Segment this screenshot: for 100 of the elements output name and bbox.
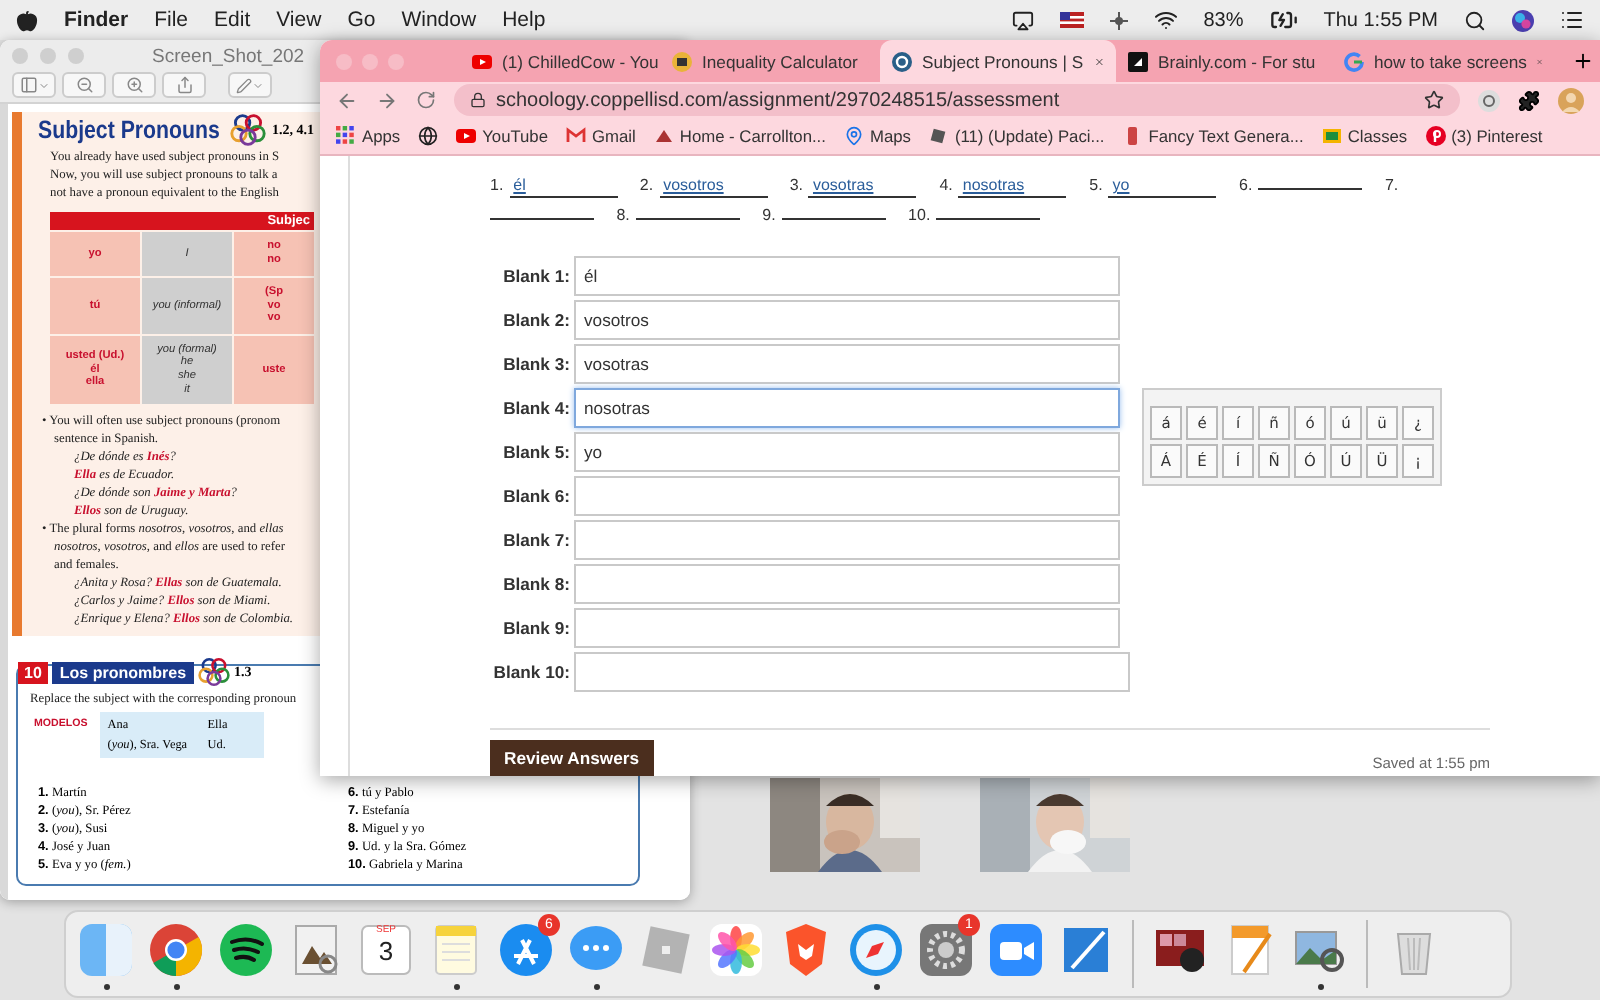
zoom-in-button[interactable]	[112, 72, 156, 98]
field-label: Blank 7:	[501, 530, 570, 550]
reload-icon[interactable]	[416, 90, 436, 111]
close-icon[interactable]	[1093, 53, 1104, 70]
battery-icon[interactable]	[1269, 6, 1298, 34]
lock-icon	[470, 92, 486, 109]
square-logo-icon	[1128, 51, 1148, 72]
question-number: 7.	[1384, 176, 1399, 194]
phone-icon	[1122, 126, 1143, 147]
search-icon[interactable]	[1464, 9, 1486, 31]
caret-icon	[37, 79, 49, 91]
caret-icon	[252, 79, 264, 91]
finder-icon[interactable]	[76, 919, 136, 979]
profile-avatar[interactable]	[1558, 87, 1584, 114]
share-button[interactable]	[162, 72, 206, 98]
menu-item[interactable]: Edit	[214, 8, 251, 32]
browser-tab[interactable]: Inequality Calculator	[660, 40, 880, 83]
menu-item[interactable]: Window	[401, 8, 477, 32]
answer-field[interactable]: vosotras	[574, 344, 1120, 384]
answer-text: yo	[1108, 176, 1217, 198]
flower-icon[interactable]	[706, 919, 766, 979]
spotify-icon[interactable]	[216, 919, 276, 979]
answer-field[interactable]: yo	[574, 432, 1120, 472]
extensions-icon[interactable]	[1518, 89, 1540, 112]
question-number: 3.	[789, 176, 803, 194]
question-number: 2.	[639, 176, 654, 194]
field-label: Blank 9:	[501, 618, 570, 638]
answer-field[interactable]	[574, 652, 1130, 692]
classroom-icon	[1321, 126, 1342, 147]
bookmark-link[interactable]: Home - Carrollton...	[653, 126, 826, 147]
answer-field[interactable]	[574, 476, 1120, 516]
menu-item[interactable]: File	[154, 8, 189, 32]
rings-icon	[198, 656, 231, 688]
browser-tab[interactable]: Subject Pronouns | S	[880, 40, 1116, 83]
battery-percentage: 83%	[1203, 9, 1244, 31]
bookmark-link[interactable]: Classes	[1321, 126, 1408, 147]
bookmark-link[interactable]: Maps	[843, 126, 911, 147]
question-number: 1.	[490, 176, 504, 194]
calendar-day: 3	[354, 936, 418, 966]
g-logo-icon	[1344, 51, 1364, 72]
bookmark-link[interactable]: (11) (Update) Paci...	[928, 126, 1105, 147]
chrome-icon[interactable]	[146, 919, 206, 979]
address-bar[interactable]: schoology.coppellisd.com/assignment/2970248515/assessment	[454, 84, 1460, 117]
review-answers-button[interactable]: Review Answers	[490, 740, 654, 776]
question-number: 5.	[1089, 176, 1103, 194]
orb-icon[interactable]	[1512, 9, 1534, 31]
answer-field[interactable]: vosotros	[574, 300, 1120, 340]
answer-field[interactable]	[574, 520, 1120, 560]
menu-item[interactable]: Go	[347, 8, 376, 32]
bookmark-link[interactable]: Gmail	[566, 126, 636, 147]
sidebar-button[interactable]	[12, 72, 56, 98]
school-logo-icon	[653, 126, 674, 147]
answer-field[interactable]	[574, 608, 1120, 648]
section-heading: Subject Pronouns	[38, 116, 220, 144]
bookmark-link[interactable]: (3) Pinterest	[1425, 126, 1543, 147]
browser-tab[interactable]: how to take screens	[1332, 40, 1556, 83]
question-number: 4.	[939, 176, 953, 194]
answer-field[interactable]: él	[574, 256, 1120, 296]
bookmark-link[interactable]: YouTube	[456, 126, 549, 147]
answer-field[interactable]	[574, 564, 1120, 604]
new-tab-icon[interactable]	[1572, 50, 1594, 73]
menu-clock[interactable]: Thu 1:55 PM	[1323, 9, 1438, 31]
map-pin-icon	[843, 126, 864, 147]
extension-icon[interactable]	[1478, 89, 1500, 112]
forward-icon[interactable]	[376, 89, 398, 112]
browser-tab[interactable]: (1) ChilledCow - You	[460, 40, 660, 83]
question-number: 6.	[1239, 176, 1253, 194]
zoom-out-icon	[75, 76, 93, 94]
question-number: 9.	[762, 206, 776, 224]
rings-icon	[229, 112, 266, 148]
share-icon	[175, 76, 193, 94]
markup-button[interactable]	[228, 72, 272, 98]
bookmark-icon-link[interactable]	[418, 126, 439, 147]
grid-icon	[336, 126, 356, 147]
screen-mirror-icon[interactable]	[1011, 9, 1034, 31]
menu-item[interactable]: Finder	[64, 8, 129, 32]
zoom-out-button[interactable]	[62, 72, 106, 98]
bookmark-link[interactable]: Fancy Text Genera...	[1122, 126, 1304, 147]
answer-text: vosotras	[808, 176, 917, 198]
browser-tab[interactable]: Brainly.com - For stu	[1116, 40, 1332, 83]
exercise-title: Los pronombres	[51, 661, 195, 683]
field-label: Blank 3:	[501, 354, 570, 374]
bookmark-star-icon[interactable]	[1424, 90, 1444, 111]
gear-icon[interactable]	[916, 919, 976, 979]
answer-field[interactable]: nosotras	[574, 388, 1120, 428]
pin-logo-icon	[1425, 126, 1446, 147]
video-camera-icon[interactable]	[986, 919, 1046, 979]
field-label: Blank 5:	[501, 442, 570, 462]
app-store-icon[interactable]	[496, 919, 556, 979]
calendar-icon[interactable]	[356, 919, 416, 979]
back-icon[interactable]	[336, 89, 358, 112]
menu-item[interactable]: View	[276, 8, 322, 32]
question-number: 10.	[908, 206, 931, 224]
flag-icon[interactable]	[1059, 12, 1084, 28]
apple-icon[interactable]	[16, 9, 38, 31]
bookmark-link[interactable]: Apps	[336, 126, 401, 147]
crosshair-icon[interactable]	[1109, 11, 1128, 29]
letter-s-icon	[892, 51, 912, 72]
menu-item[interactable]: Help	[502, 8, 546, 32]
compass-icon[interactable]	[846, 919, 906, 979]
